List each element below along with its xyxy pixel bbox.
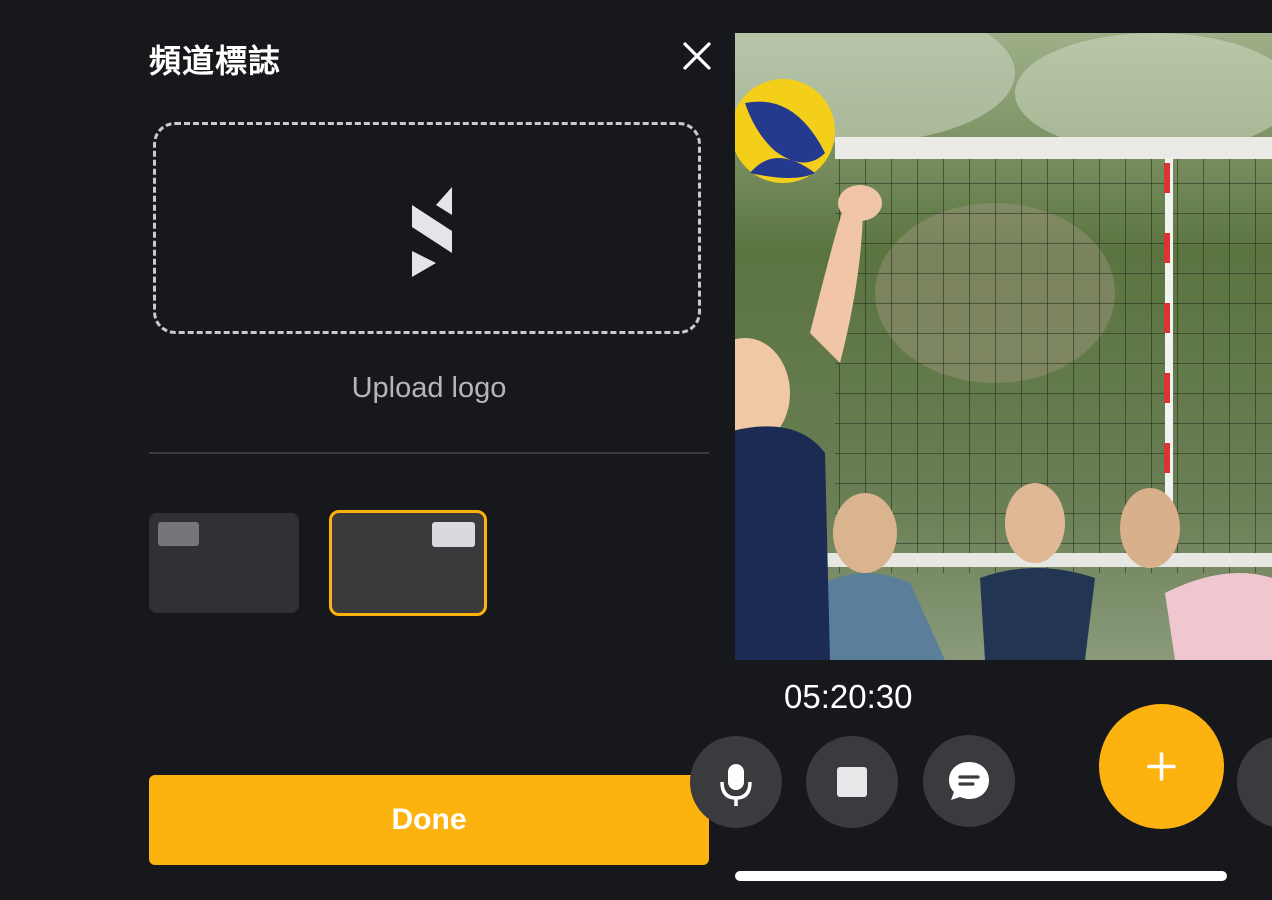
plus-icon	[1147, 752, 1176, 781]
add-button[interactable]	[1099, 704, 1224, 829]
stream-timer: 05:20:30	[784, 678, 913, 715]
logo-position-top-left[interactable]	[149, 513, 299, 613]
home-indicator	[735, 871, 1227, 881]
close-icon	[683, 42, 711, 70]
microphone-icon	[720, 764, 752, 806]
channel-logo-icon	[412, 187, 452, 277]
divider	[149, 452, 709, 454]
microphone-button[interactable]	[690, 736, 782, 828]
close-button[interactable]	[677, 36, 717, 76]
stop-button[interactable]	[806, 736, 898, 828]
logo-position-marker	[432, 522, 475, 547]
upload-logo-label: Upload logo	[351, 372, 507, 404]
stop-icon	[837, 767, 867, 797]
channel-logo-panel: 頻道標誌 Upload logo Done	[0, 0, 735, 900]
panel-title: 頻道標誌	[149, 42, 282, 80]
logo-position-marker	[158, 522, 199, 546]
video-preview	[735, 33, 1272, 660]
done-button[interactable]: Done	[149, 775, 709, 865]
chat-button[interactable]	[923, 735, 1015, 827]
chat-icon	[949, 762, 989, 800]
more-button[interactable]	[1237, 736, 1272, 828]
logo-upload-dropzone[interactable]	[153, 122, 701, 334]
video-frame-image	[735, 33, 1272, 660]
logo-position-top-right[interactable]	[329, 510, 487, 616]
